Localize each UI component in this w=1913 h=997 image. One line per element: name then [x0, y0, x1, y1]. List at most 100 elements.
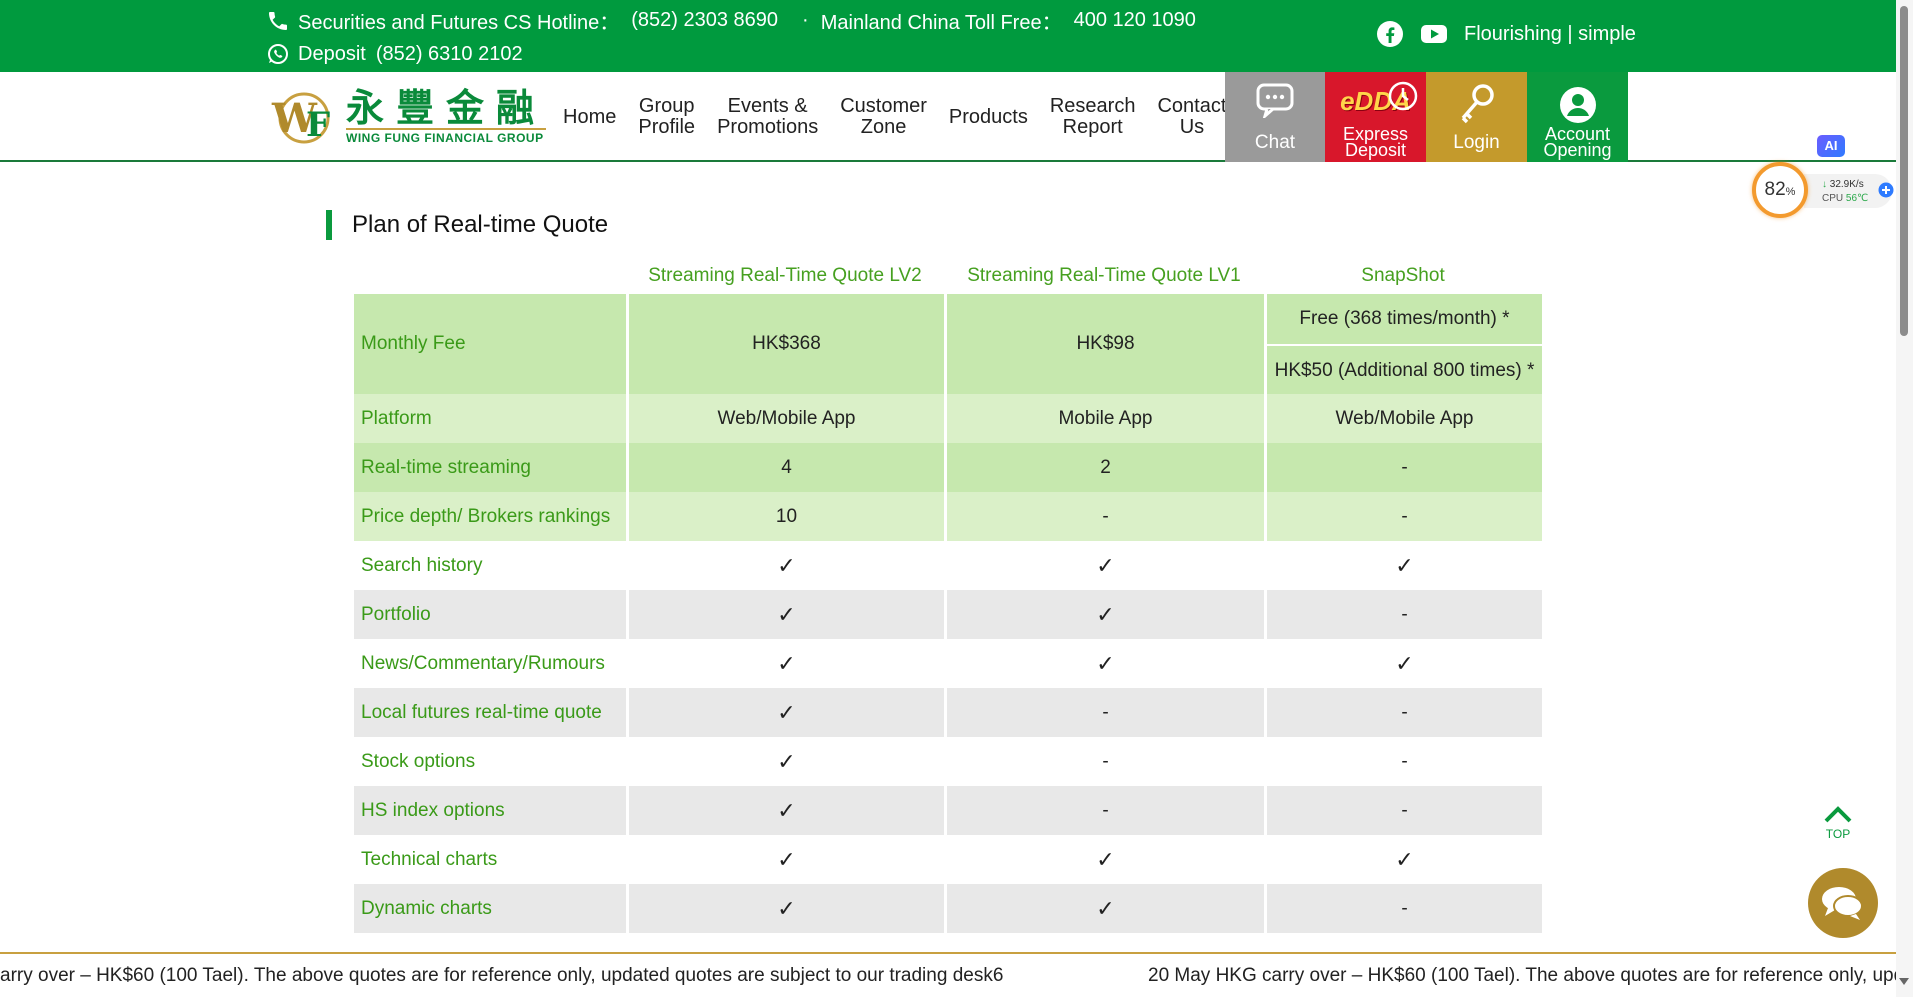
header-lv1: Streaming Real-Time Quote LV1	[967, 265, 1241, 286]
hotline-number[interactable]: (852) 2303 8690	[631, 9, 778, 32]
nav-events-promotions[interactable]: Events & Promotions	[706, 96, 829, 138]
cell-snapshot: -	[1264, 443, 1542, 492]
logo-english: WING FUNG FINANCIAL GROUP	[346, 127, 547, 145]
login-label: Login	[1453, 132, 1500, 153]
mainland-number[interactable]: 400 120 1090	[1074, 9, 1196, 32]
edda-express-deposit-button[interactable]: eDDA Express Deposit	[1325, 72, 1426, 162]
cell-lv1: -	[944, 492, 1264, 541]
table-row: Real-time streaming 4 2 -	[354, 443, 1542, 492]
row-label: Stock options	[354, 737, 626, 786]
row-label: News/Commentary/Rumours	[354, 639, 626, 688]
youtube-icon[interactable]	[1420, 20, 1448, 48]
cell-lv1: -	[944, 786, 1264, 835]
cell-lv2: ✓	[626, 884, 944, 933]
nav-group-profile[interactable]: Group Profile	[627, 96, 706, 138]
quote-plan-table: Streaming Real-Time Quote LV2 Streaming …	[354, 259, 1542, 933]
floating-chat-button[interactable]	[1808, 868, 1878, 938]
cell-lv2: ✓	[626, 541, 944, 590]
whatsapp-icon	[268, 44, 288, 64]
cell-lv1: ✓	[944, 590, 1264, 639]
nav-research-report[interactable]: Research Report	[1039, 96, 1147, 138]
net-speed: 32.9K/s	[1829, 179, 1864, 190]
plus-icon[interactable]	[1878, 182, 1894, 198]
social-area: Flourishing | simple	[1376, 20, 1636, 48]
logo-text: 永豐金融 WING FUNG FINANCIAL GROUP	[346, 84, 547, 145]
row-label: Platform	[354, 394, 626, 443]
page-scrollbar[interactable]	[1896, 0, 1913, 997]
table-row: Search history ✓ ✓ ✓	[354, 541, 1542, 590]
row-label: Monthly Fee	[354, 294, 626, 394]
table-row: Local futures real-time quote ✓ - -	[354, 688, 1542, 737]
cell-snapshot: ✓	[1264, 639, 1542, 688]
row-label: Dynamic charts	[354, 884, 626, 933]
cell-lv2: ✓	[626, 737, 944, 786]
chat-label: Chat	[1254, 132, 1296, 153]
table-row: Stock options ✓ - -	[354, 737, 1542, 786]
cell-snapshot: ✓	[1264, 541, 1542, 590]
nav-contact-us[interactable]: Contact Us	[1146, 96, 1237, 138]
chat-icon	[1822, 887, 1863, 920]
cell-lv1: -	[944, 737, 1264, 786]
svg-text:F: F	[306, 105, 330, 145]
nav-links: Home Group Profile Events & Promotions Cus…	[552, 72, 1237, 162]
row-label: Technical charts	[354, 835, 626, 884]
cell-lv1: Mobile App	[944, 394, 1264, 443]
cell-snapshot: ✓	[1264, 835, 1542, 884]
cell-snapshot-additional: HK$50 (Additional 800 times) *	[1267, 344, 1542, 394]
down-arrow-icon: ↓	[1822, 179, 1827, 190]
mainland-label: Mainland China Toll Free：	[820, 12, 1062, 34]
ticker-text-1: arry over – HK$60 (100 Tael). The above …	[0, 965, 1004, 986]
cell-snapshot: Web/Mobile App	[1264, 394, 1542, 443]
nav-home[interactable]: Home	[552, 106, 627, 128]
performance-widget[interactable]: ↓ 32.9K/s CPU 56℃ 82%	[1748, 160, 1896, 222]
chat-button[interactable]: Chat	[1225, 72, 1325, 162]
wf-logo-icon: W F	[271, 92, 330, 145]
header-blank	[354, 259, 626, 294]
back-to-top-button[interactable]: TOP	[1818, 804, 1858, 844]
cpu-temp: 56℃	[1845, 193, 1869, 204]
cell-lv1: HK$98	[944, 294, 1264, 394]
phone-icon	[269, 11, 287, 30]
row-label: Search history	[354, 541, 626, 590]
section-title: Plan of Real-time Quote	[326, 210, 608, 240]
facebook-icon[interactable]	[1376, 20, 1404, 48]
account-opening-label: Account Opening	[1543, 124, 1612, 160]
monthly-fee-row: Monthly Fee HK$368 HK$98 Free (368 times…	[354, 294, 1542, 394]
ai-assistant-badge[interactable]: AI	[1817, 135, 1845, 157]
cell-snapshot: -	[1264, 688, 1542, 737]
company-logo[interactable]: W F 永豐金融 WING FUNG FINANCIAL GROUP	[266, 84, 547, 146]
chat-bubble-icon	[1256, 83, 1294, 118]
header-lv2: Streaming Real-Time Quote LV2	[648, 265, 922, 286]
table-row: Platform Web/Mobile App Mobile App Web/M…	[354, 394, 1542, 443]
news-ticker: arry over – HK$60 (100 Tael). The above …	[0, 952, 1896, 997]
logo-chinese: 永豐金融	[346, 84, 547, 130]
table-row: Portfolio ✓ ✓ -	[354, 590, 1542, 639]
cell-snapshot: -	[1264, 786, 1542, 835]
header-snapshot: SnapShot	[1361, 265, 1445, 286]
cpu-label: CPU	[1822, 193, 1844, 204]
clock-icon	[1388, 81, 1418, 111]
deposit-number[interactable]: (852) 6310 2102	[376, 43, 523, 66]
cell-snapshot: -	[1264, 492, 1542, 541]
slogan: Flourishing | simple	[1464, 22, 1636, 45]
user-icon	[1559, 87, 1596, 123]
scroll-down-arrow-icon[interactable]	[1899, 978, 1909, 985]
scrollbar-thumb[interactable]	[1900, 6, 1908, 336]
edda-label: Express Deposit	[1342, 124, 1409, 160]
nav-customer-zone[interactable]: Customer Zone	[829, 96, 938, 138]
top-label: TOP	[1825, 827, 1851, 841]
separator: ·	[802, 9, 809, 31]
main-navbar: W F 永豐金融 WING FUNG FINANCIAL GROUP Home …	[0, 72, 1896, 162]
cell-lv1: ✓	[944, 884, 1264, 933]
account-opening-button[interactable]: Account Opening	[1527, 72, 1628, 162]
row-label: HS index options	[354, 786, 626, 835]
top-info-bar: Securities and Futures CS Hotline： (852)…	[0, 0, 1896, 72]
row-label: Real-time streaming	[354, 443, 626, 492]
row-label: Portfolio	[354, 590, 626, 639]
nav-products[interactable]: Products	[938, 106, 1039, 128]
cell-lv2: ✓	[626, 590, 944, 639]
key-icon	[1461, 84, 1494, 124]
row-label: Local futures real-time quote	[354, 688, 626, 737]
hotline-row: Securities and Futures CS Hotline： (852)…	[266, 6, 1196, 35]
login-button[interactable]: Login	[1426, 72, 1527, 162]
